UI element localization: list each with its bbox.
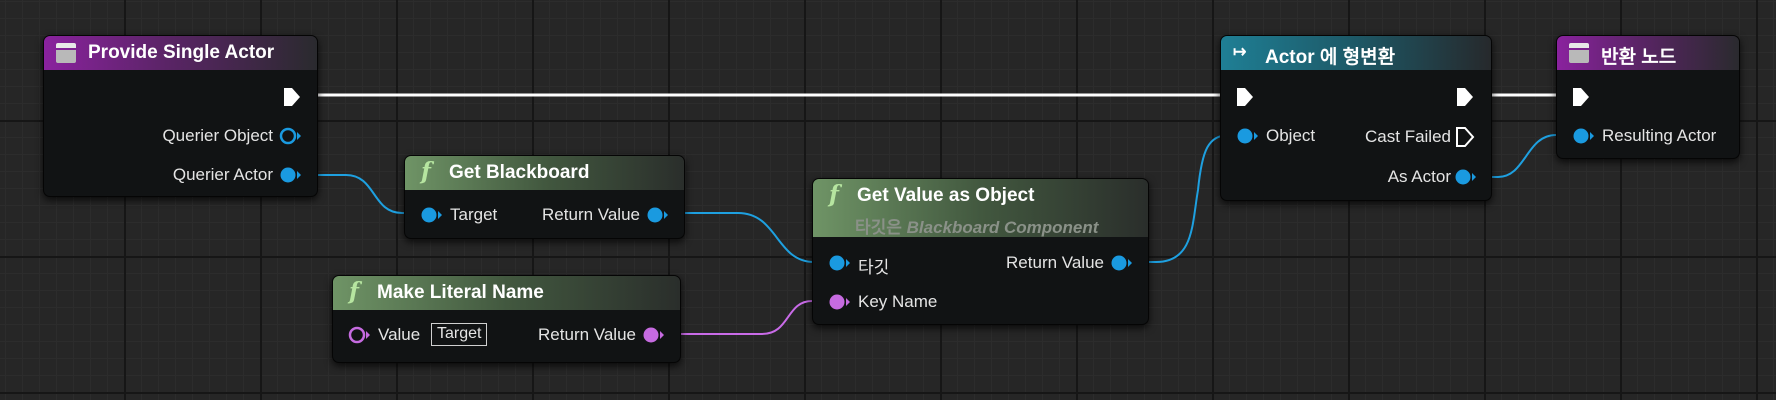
node-subtitle: 타깃은 Blackboard Component	[855, 213, 1098, 238]
exec-in-pin[interactable]	[1235, 86, 1255, 108]
node-header[interactable]: f Get Value as Object 타깃은 Blackboard Com…	[813, 179, 1148, 237]
target-label: Target	[450, 205, 498, 224]
return-value-label: Return Value	[1006, 253, 1104, 272]
querier-object-pin[interactable]	[278, 125, 302, 147]
node-header[interactable]: 반환 노드	[1557, 36, 1739, 70]
node-title: Get Value as Object	[857, 185, 1035, 206]
function-icon: f	[421, 158, 431, 185]
target-label: 타깃	[858, 258, 890, 277]
cast-failed-exec-pin[interactable]	[1455, 126, 1475, 148]
resulting-actor-pin[interactable]	[1571, 125, 1595, 147]
subtitle-class: Blackboard Component	[906, 218, 1099, 237]
querier-actor-pin[interactable]	[278, 164, 302, 186]
node-title: Make Literal Name	[377, 282, 544, 303]
as-actor-pin[interactable]	[1453, 166, 1477, 188]
exec-out-pin[interactable]	[282, 86, 302, 108]
key-name-label: Key Name	[858, 292, 938, 311]
box-icon	[1569, 43, 1589, 63]
exec-in-pin[interactable]	[1571, 86, 1591, 108]
cast-failed-label: Cast Failed	[1365, 127, 1451, 146]
node-cast-to-actor[interactable]: ↦ Actor 에 형변환 Object Cast Failed As Acto…	[1220, 35, 1492, 201]
querier-actor-label: Querier Actor	[172, 165, 273, 184]
value-default-input[interactable]: Target	[431, 323, 488, 346]
target-pin[interactable]	[419, 204, 443, 226]
node-provide-single-actor[interactable]: Provide Single Actor Querier Object Quer…	[43, 35, 318, 197]
node-header[interactable]: Provide Single Actor	[44, 36, 317, 70]
return-value-pin[interactable]	[641, 324, 665, 346]
node-make-literal-name[interactable]: f Make Literal Name Value Target Return …	[332, 275, 681, 363]
querier-object-label: Querier Object	[162, 126, 273, 145]
node-title: Provide Single Actor	[88, 42, 275, 63]
cast-icon: ↦	[1233, 44, 1247, 61]
return-value-pin[interactable]	[645, 204, 669, 226]
node-get-value-as-object[interactable]: f Get Value as Object 타깃은 Blackboard Com…	[812, 178, 1149, 325]
node-header[interactable]: ↦ Actor 에 형변환	[1221, 36, 1491, 70]
node-header[interactable]: f Make Literal Name	[333, 276, 680, 310]
as-actor-label: As Actor	[1387, 167, 1451, 186]
object-label: Object	[1266, 126, 1316, 145]
node-title: Actor 에 형변환	[1265, 47, 1396, 68]
return-value-label: Return Value	[542, 205, 640, 224]
node-get-blackboard[interactable]: f Get Blackboard Target Return Value	[404, 155, 685, 239]
function-icon: f	[829, 181, 839, 208]
object-pin[interactable]	[1235, 125, 1259, 147]
resulting-actor-label: Resulting Actor	[1602, 126, 1717, 145]
target-pin[interactable]	[827, 252, 851, 274]
subtitle-prefix: 타깃은	[855, 218, 902, 237]
node-title: Get Blackboard	[449, 162, 590, 183]
value-label: Value	[378, 325, 421, 344]
node-return[interactable]: 반환 노드 Resulting Actor	[1556, 35, 1740, 159]
key-name-pin[interactable]	[827, 291, 851, 313]
return-value-label: Return Value	[538, 325, 636, 344]
wire-literal-name-to-key[interactable]	[658, 300, 836, 335]
exec-out-pin[interactable]	[1455, 86, 1475, 108]
node-title: 반환 노드	[1601, 47, 1677, 68]
node-header[interactable]: f Get Blackboard	[405, 156, 684, 190]
box-icon	[56, 43, 76, 63]
function-icon: f	[349, 278, 359, 305]
value-pin[interactable]	[347, 324, 371, 346]
return-value-pin[interactable]	[1109, 252, 1133, 274]
